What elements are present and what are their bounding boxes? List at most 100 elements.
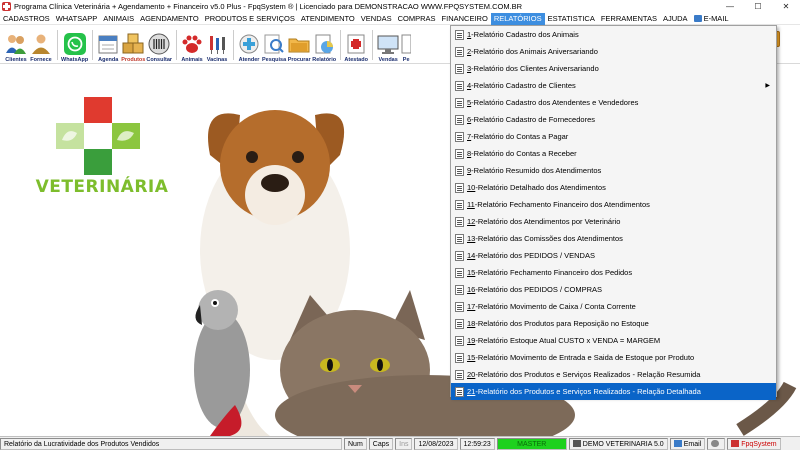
toolbar-label: Animais [181, 57, 203, 63]
dropdown-item-5[interactable]: 5-Relatório Cadastro dos Atendentes e Ve… [451, 94, 776, 111]
report-doc-icon [455, 182, 464, 193]
toolbar-whatsapp-button[interactable]: WhatsApp [61, 26, 88, 63]
dropdown-item-10[interactable]: 10-Relatório Detalhado dos Atendimentos [451, 179, 776, 196]
status-gear[interactable] [707, 437, 726, 450]
toolbar-label: Pe [402, 57, 410, 63]
dropdown-item-6[interactable]: 6-Relatório Cadastro de Fornecedores [451, 111, 776, 128]
toolbar-pedidos-button[interactable]: Pe [401, 26, 412, 63]
whatsapp-icon [63, 33, 87, 55]
toolbar-consultar-button[interactable]: Consultar [146, 26, 172, 63]
menu-atendimento[interactable]: ATENDIMENTO [298, 13, 358, 25]
dropdown-item-7[interactable]: 7-Relatório do Contas a Pagar [451, 128, 776, 145]
menu-compras[interactable]: COMPRAS [395, 13, 439, 25]
dropdown-item-label: 5-Relatório Cadastro dos Atendentes e Ve… [467, 98, 639, 107]
toolbar-vacinas-button[interactable]: Vacinas [205, 26, 229, 63]
report-doc-icon [455, 250, 464, 261]
menu-ferramentas[interactable]: FERRAMENTAS [598, 13, 660, 25]
dropdown-item-17[interactable]: 17-Relatório Movimento de Caixa / Conta … [451, 298, 776, 315]
dropdown-item-15[interactable]: 15-Relatório Fechamento Financeiro dos P… [451, 264, 776, 281]
status-license: MASTER [496, 437, 567, 450]
dropdown-item-18[interactable]: 18-Relatório dos Produtos para Reposição… [451, 315, 776, 332]
people-icon [4, 33, 28, 55]
toolbar-animais-button[interactable]: Animais [180, 26, 204, 63]
menu-vendas[interactable]: VENDAS [358, 13, 395, 25]
report-doc-icon [455, 148, 464, 159]
syringe-icon [205, 33, 229, 55]
report-icon [312, 33, 336, 55]
menu-produtos-servicos[interactable]: PRODUTOS E SERVIÇOS [202, 13, 298, 25]
dropdown-item-label: 6-Relatório Cadastro de Fornecedores [467, 115, 595, 124]
close-button[interactable]: ✕ [772, 0, 800, 13]
dropdown-item-12[interactable]: 12-Relatório dos Atendimentos por Veteri… [451, 213, 776, 230]
order-icon [401, 33, 412, 55]
maximize-button[interactable]: ☐ [744, 0, 772, 13]
toolbar-agenda-button[interactable]: Agenda [96, 26, 120, 63]
dropdown-item-11[interactable]: 11-Relatório Fechamento Financeiro dos A… [451, 196, 776, 213]
dropdown-item-20[interactable]: 20-Relatório dos Produtos e Serviços Rea… [451, 366, 776, 383]
toolbar-atender-button[interactable]: Atender [237, 26, 261, 63]
dropdown-item-14[interactable]: 14-Relatório dos PEDIDOS / VENDAS [451, 247, 776, 264]
menu-animais[interactable]: ANIMAIS [100, 13, 137, 25]
menu-agendamento[interactable]: AGENDAMENTO [137, 13, 202, 25]
toolbar-label: Fornece [30, 57, 52, 63]
dropdown-item-label: 15-Relatório Movimento de Entrada e Said… [467, 353, 695, 362]
search-icon [262, 33, 286, 55]
menu-email[interactable]: E-MAIL [691, 13, 732, 25]
toolbar-label: Pesquisa [262, 57, 287, 63]
menu-cadastros[interactable]: CADASTROS [0, 13, 53, 25]
menu-email-label: E-MAIL [703, 13, 729, 23]
submenu-arrow-icon: ▶ [765, 83, 770, 89]
certificate-icon [344, 33, 368, 55]
minimize-button[interactable]: — [716, 0, 744, 13]
toolbar-vendas-button[interactable]: Vendas [376, 26, 400, 63]
dropdown-item-16[interactable]: 16-Relatório dos PEDIDOS / COMPRAS [451, 281, 776, 298]
report-doc-icon [455, 29, 464, 40]
menu-whatsapp[interactable]: WHATSAPP [53, 13, 101, 25]
menu-estatistica[interactable]: ESTATISTICA [545, 13, 598, 25]
dropdown-item-3[interactable]: 3-Relatório dos Clientes Aniversariando [451, 60, 776, 77]
toolbar-label: Produtos [121, 57, 146, 63]
dropdown-item-label: 2-Relatório dos Animais Aniversariando [467, 47, 598, 56]
dropdown-item-label: 13-Relatório das Comissões dos Atendimen… [467, 234, 623, 243]
status-email-button[interactable]: Email [669, 437, 706, 450]
dropdown-item-21[interactable]: 21-Relatório dos Produtos e Serviços Rea… [451, 383, 776, 400]
dropdown-item-1[interactable]: 1-Relatório Cadastro dos Animais [451, 26, 776, 43]
toolbar-atestado-button[interactable]: Atestado [344, 26, 368, 63]
status-brand: FpqSystem [727, 437, 781, 450]
toolbar-produtos-button[interactable]: Produtos [121, 26, 145, 63]
toolbar-pesquisa-button[interactable]: Pesquisa [262, 26, 286, 63]
dropdown-item-8[interactable]: 8-Relatório do Contas a Receber [451, 145, 776, 162]
barcode-icon [147, 33, 171, 55]
dropdown-item-4[interactable]: 4-Relatório Cadastro de Clientes ▶ [451, 77, 776, 94]
toolbar-clientes-button[interactable]: Clientes [4, 26, 28, 63]
menu-relatorios[interactable]: RELATÓRIOS [490, 12, 545, 25]
report-doc-icon [455, 369, 464, 380]
logo-text: VETERINÁRIA [35, 177, 169, 197]
toolbar-fornece-button[interactable]: Fornece [29, 26, 53, 63]
dropdown-item-13[interactable]: 13-Relatório das Comissões dos Atendimen… [451, 230, 776, 247]
report-doc-icon [455, 63, 464, 74]
toolbar-label: Vacinas [206, 57, 228, 63]
app-icon [2, 2, 11, 11]
toolbar-label: Relatório [312, 57, 337, 63]
toolbar-procurar-button[interactable]: Procurar [287, 26, 311, 63]
status-bar: Relatório da Lucratividade dos Produtos … [0, 436, 800, 450]
menu-financeiro[interactable]: FINANCEIRO [439, 13, 491, 25]
dropdown-item-9[interactable]: 9-Relatório Resumido dos Atendimentos [451, 162, 776, 179]
dropdown-item-15[interactable]: 15-Relatório Movimento de Entrada e Said… [451, 349, 776, 366]
dropdown-item-label: 4-Relatório Cadastro de Clientes [467, 81, 576, 90]
gear-icon [711, 439, 720, 447]
status-brand-label: FpqSystem [741, 440, 777, 448]
toolbar-relatorio-button[interactable]: Relatório [312, 26, 336, 63]
dropdown-item-label: 16-Relatório dos PEDIDOS / COMPRAS [467, 285, 603, 294]
status-num: Num [344, 437, 367, 450]
menu-ajuda[interactable]: AJUDA [660, 13, 691, 25]
dropdown-item-19[interactable]: 19-Relatório Estoque Atual CUSTO x VENDA… [451, 332, 776, 349]
status-ins: Ins [395, 437, 413, 450]
toolbar-separator [372, 30, 374, 60]
dropdown-item-label: 15-Relatório Fechamento Financeiro dos P… [467, 268, 633, 277]
report-doc-icon [455, 165, 464, 176]
window-title: Programa Clínica Veterinária + Agendamen… [14, 2, 523, 11]
dropdown-item-2[interactable]: 2-Relatório dos Animais Aniversariando [451, 43, 776, 60]
medical-icon [237, 33, 261, 55]
